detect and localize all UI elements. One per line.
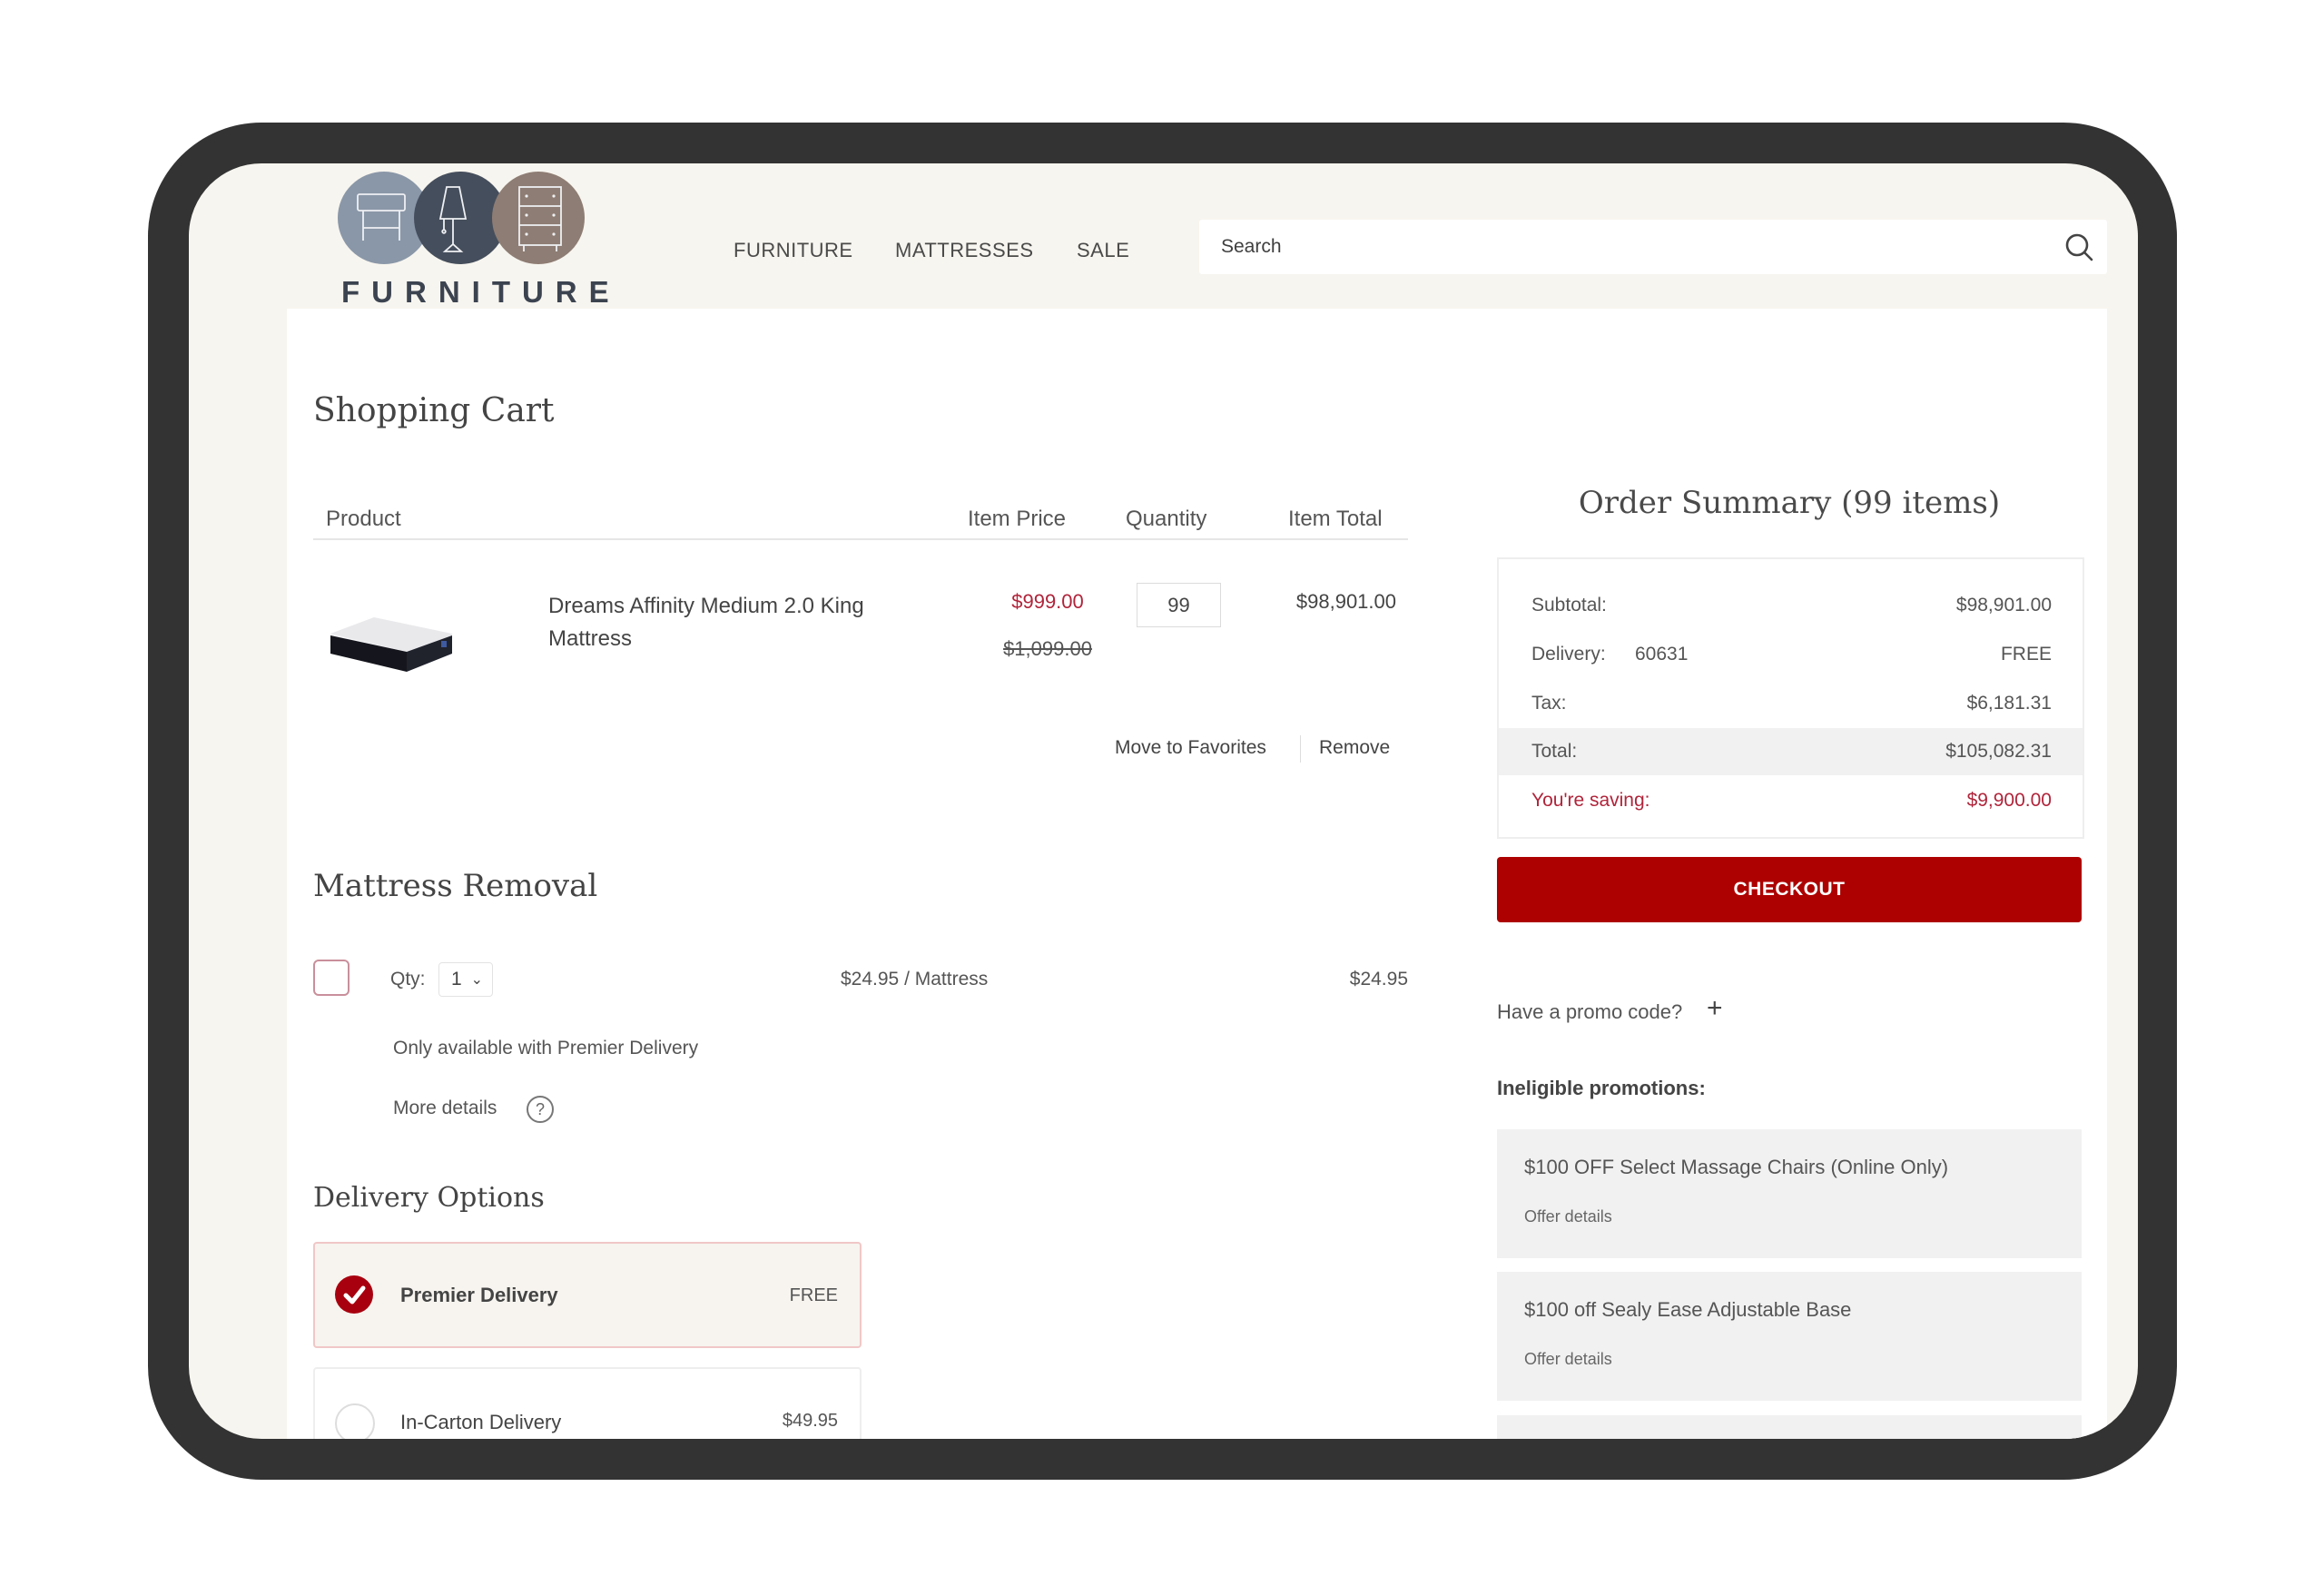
saving-label: You're saving: [1531,790,1650,811]
column-header-item-total: Item Total [1288,507,1383,531]
order-summary-title: Order Summary (99 items) [1578,485,2001,521]
offer-details-link[interactable]: Offer details [1524,1350,1612,1369]
delivery-option-price: FREE [789,1285,838,1305]
delivery-option-price: $49.95 [782,1411,838,1431]
page-title: Shopping Cart [313,392,555,429]
checkmark-icon [335,1275,373,1314]
delivery-value: FREE [2000,644,2052,665]
total-label: Total: [1531,741,1578,762]
header-divider [313,538,1408,540]
delivery-option-name: Premier Delivery [400,1284,558,1306]
promo-title: $100 OFF Select Massage Chairs (Online O… [1524,1156,1949,1178]
subtotal-row: Subtotal: $98,901.00 [1499,582,2083,629]
sale-price: $999.00 [1011,590,1084,613]
delivery-label: Delivery: [1531,644,1606,665]
brand-logo[interactable]: FURNITURE [338,172,609,309]
move-to-favorites-link[interactable]: Move to Favorites [1115,737,1266,759]
radio-icon [335,1403,375,1439]
removal-qty-value: 1 [451,969,462,989]
tax-value: $6,181.31 [1966,693,2052,714]
delivery-zip[interactable]: 60631 [1635,644,1688,665]
logo-text: FURNITURE [341,275,621,309]
removal-qty-label: Qty: [390,969,426,989]
delivery-options-title: Delivery Options [313,1182,545,1214]
order-summary-box: Subtotal: $98,901.00 Delivery: 60631 FRE… [1497,557,2084,839]
saving-value: $9,900.00 [1966,790,2052,811]
promo-card: $100 OFF Select Massage Chairs (Online O… [1497,1129,2082,1258]
mattress-product-image[interactable] [323,608,459,674]
total-value: $105,082.31 [1945,741,2052,762]
mattress-removal-checkbox[interactable] [313,960,350,996]
table-icon [357,193,406,241]
remove-link[interactable]: Remove [1319,737,1390,759]
subtotal-value: $98,901.00 [1955,595,2052,615]
action-divider [1300,735,1301,763]
delivery-option-in-carton[interactable]: In-Carton Delivery $49.95 [313,1367,862,1439]
tax-row: Tax: $6,181.31 [1499,680,2083,727]
more-details-link[interactable]: More details [393,1098,497,1119]
offer-details-link[interactable]: Offer details [1524,1207,1612,1226]
search-icon[interactable] [2063,231,2094,262]
lamp-icon [438,186,468,252]
removal-qty-select[interactable]: 1 ⌄ [438,962,493,997]
search-bar [1199,220,2107,274]
item-total: $98,901.00 [1295,590,1396,613]
nav-sale[interactable]: SALE [1077,239,1129,262]
column-header-quantity: Quantity [1126,507,1207,531]
column-header-product: Product [326,507,401,531]
delivery-row: Delivery: 60631 FREE [1499,631,2083,678]
removal-unit-price: $24.95 / Mattress [841,969,989,989]
tax-label: Tax: [1531,693,1567,714]
promo-card-partial [1497,1415,2082,1439]
original-price: $1,099.00 [1003,637,1092,660]
furniture-icons [357,186,562,252]
removal-note: Only available with Premier Delivery [393,1038,699,1058]
product-name[interactable]: Dreams Affinity Medium 2.0 King Mattress [548,590,930,655]
total-row: Total: $105,082.31 [1499,728,2083,775]
promo-title: $100 off Sealy Ease Adjustable Base [1524,1298,1852,1321]
promo-code-toggle[interactable]: Have a promo code? [1497,1000,1682,1024]
removal-price: $24.95 [1349,969,1408,989]
browser-screen: FURNITURE FURNITURE MATTRESSES SALE Shop… [189,163,2138,1439]
nav-furniture[interactable]: FURNITURE [734,239,853,262]
quantity-input[interactable] [1137,583,1221,627]
subtotal-label: Subtotal: [1531,595,1607,615]
delivery-option-premier[interactable]: Premier Delivery FREE [313,1242,862,1348]
column-header-item-price: Item Price [968,507,1067,531]
delivery-option-name: In-Carton Delivery [400,1411,562,1433]
plus-icon[interactable]: + [1707,993,1723,1024]
promo-card: $100 off Sealy Ease Adjustable Base Offe… [1497,1272,2082,1401]
search-input[interactable] [1199,220,2038,274]
mattress-removal-title: Mattress Removal [313,868,598,904]
chevron-down-icon: ⌄ [470,972,483,988]
help-icon[interactable]: ? [527,1096,554,1123]
saving-row: You're saving: $9,900.00 [1499,777,2083,824]
nav-mattresses[interactable]: MATTRESSES [895,239,1034,262]
checkout-button[interactable]: CHECKOUT [1497,857,2082,922]
ineligible-promotions-title: Ineligible promotions: [1497,1077,1706,1099]
